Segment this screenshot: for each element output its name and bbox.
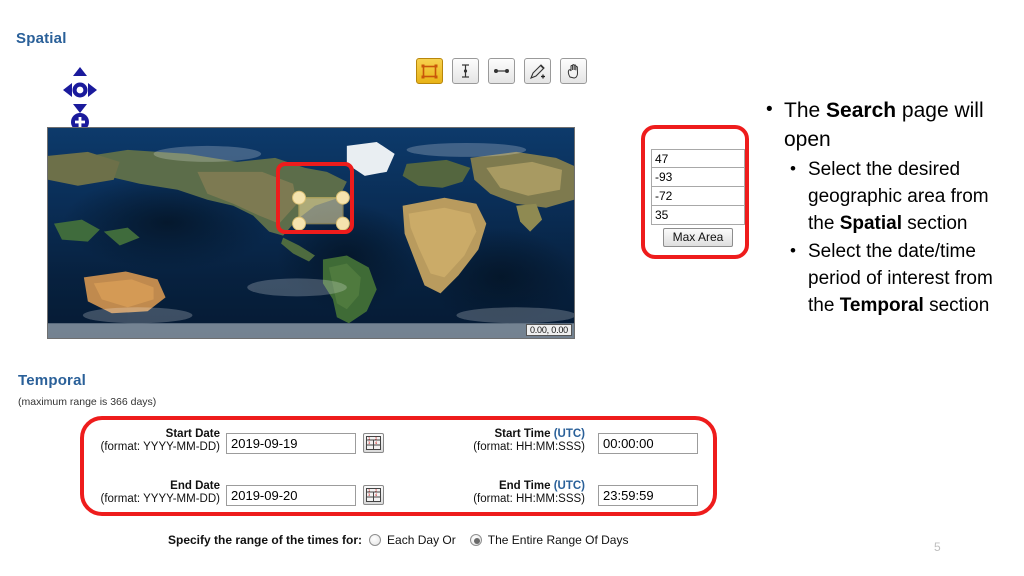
end-time-title-line: End Time (UTC)	[440, 480, 585, 493]
note3-post: section	[923, 295, 990, 316]
start-time-format: (format: HH:MM:SSS)	[473, 441, 585, 453]
horizontal-line-tool[interactable]	[488, 58, 515, 84]
radio-entire-range[interactable]	[469, 534, 482, 546]
hand-icon	[567, 63, 578, 79]
start-time-input[interactable]: 00:00:00	[598, 433, 698, 454]
rectangle-select-icon	[421, 64, 438, 78]
note-bullet-3: Select the date/time period of interest …	[762, 237, 1018, 319]
svg-text:1: 1	[368, 436, 370, 440]
west-longitude-input[interactable]: -93	[651, 168, 745, 187]
radio-each-day-label: Each Day Or	[387, 533, 456, 547]
start-time-title-line: Start Time (UTC)	[440, 428, 585, 441]
start-time-title: Start Time	[494, 428, 551, 440]
end-time-format: (format: HH:MM:SSS)	[473, 493, 585, 505]
end-date-format: (format: YYYY-MM-DD)	[100, 493, 221, 505]
vertical-line-tool[interactable]	[452, 58, 479, 84]
rectangle-select-tool[interactable]	[416, 58, 443, 84]
max-area-button[interactable]: Max Area	[662, 228, 734, 247]
end-date-input[interactable]: 2019-09-20	[226, 485, 356, 506]
start-time-label: Start Time (UTC) (format: HH:MM:SSS)	[440, 428, 585, 454]
svg-text:4: 4	[375, 493, 377, 497]
world-map[interactable]: 0.00, 0.00	[47, 127, 575, 339]
note2-post: section	[902, 213, 968, 234]
map-imagery	[48, 128, 574, 338]
south-latitude-input[interactable]: 35	[651, 206, 745, 225]
slide-canvas: Spatial 0.00, 0.00 47 -93 -72 35 Max Are…	[0, 0, 1024, 576]
pencil-plus-icon	[530, 63, 545, 79]
radio-each-day[interactable]	[369, 534, 382, 546]
end-time-input[interactable]: 23:59:59	[598, 485, 698, 506]
note2-bold: Spatial	[839, 213, 903, 234]
end-time-label: End Time (UTC) (format: HH:MM:SSS)	[440, 480, 585, 506]
start-date-calendar-button[interactable]: 1 2 3 4	[363, 433, 384, 453]
bbox-coordinate-inputs: 47 -93 -72 35 Max Area	[651, 149, 745, 247]
calendar-icon: 1 2 3 4	[366, 436, 381, 450]
horizontal-line-icon	[494, 69, 509, 73]
page-number: 5	[934, 540, 941, 554]
start-date-format: (format: YYYY-MM-DD)	[100, 441, 221, 453]
end-date-calendar-button[interactable]: 1 2 3 4	[363, 485, 384, 505]
note1-bold: Search	[826, 99, 897, 122]
svg-text:4: 4	[375, 441, 377, 445]
svg-text:3: 3	[368, 441, 370, 445]
note-bullet-2: Select the desired geographic area from …	[762, 155, 1018, 237]
start-date-input[interactable]: 2019-09-19	[226, 433, 356, 454]
north-latitude-input[interactable]: 47	[651, 149, 745, 168]
vertical-line-icon	[462, 64, 469, 78]
coordinates-annotation-highlight: 47 -93 -72 35 Max Area	[641, 125, 749, 259]
svg-text:2: 2	[375, 488, 377, 492]
start-date-title: Start Date	[165, 428, 220, 440]
spatial-section-heading: Spatial	[16, 30, 67, 47]
pan-hand-tool[interactable]	[560, 58, 587, 84]
map-bbox-selection	[292, 190, 350, 231]
temporal-section-heading: Temporal	[18, 372, 87, 389]
map-toolbar	[416, 58, 587, 84]
start-time-tz: (UTC)	[553, 428, 585, 440]
end-time-title: End Time	[498, 480, 551, 492]
pan-four-arrows-icon	[63, 67, 97, 113]
note-bullet-1: The Search page will open	[762, 95, 1018, 154]
svg-text:3: 3	[368, 493, 370, 497]
map-pan-control[interactable]	[62, 66, 98, 114]
map-coordinate-readout: 0.00, 0.00	[525, 324, 572, 336]
temporal-subnote: (maximum range is 366 days)	[18, 396, 157, 408]
svg-text:2: 2	[375, 436, 377, 440]
range-mode-lead: Specify the range of the times for:	[168, 533, 363, 547]
draw-polygon-tool[interactable]	[524, 58, 551, 84]
note1-pre: The	[784, 99, 827, 122]
note3-bold: Temporal	[839, 295, 924, 316]
end-date-label: End Date (format: YYYY-MM-DD)	[85, 480, 221, 506]
start-date-label: Start Date (format: YYYY-MM-DD)	[85, 428, 221, 454]
instruction-notes: The Search page will open Select the des…	[762, 95, 1018, 320]
time-range-mode-row: Specify the range of the times for: Each…	[168, 533, 642, 547]
end-date-title: End Date	[170, 480, 220, 492]
east-longitude-input[interactable]: -72	[651, 187, 745, 206]
radio-entire-range-label: The Entire Range Of Days	[487, 533, 629, 547]
end-time-tz: (UTC)	[553, 480, 585, 492]
svg-text:1: 1	[368, 488, 370, 492]
calendar-icon: 1 2 3 4	[366, 488, 381, 502]
